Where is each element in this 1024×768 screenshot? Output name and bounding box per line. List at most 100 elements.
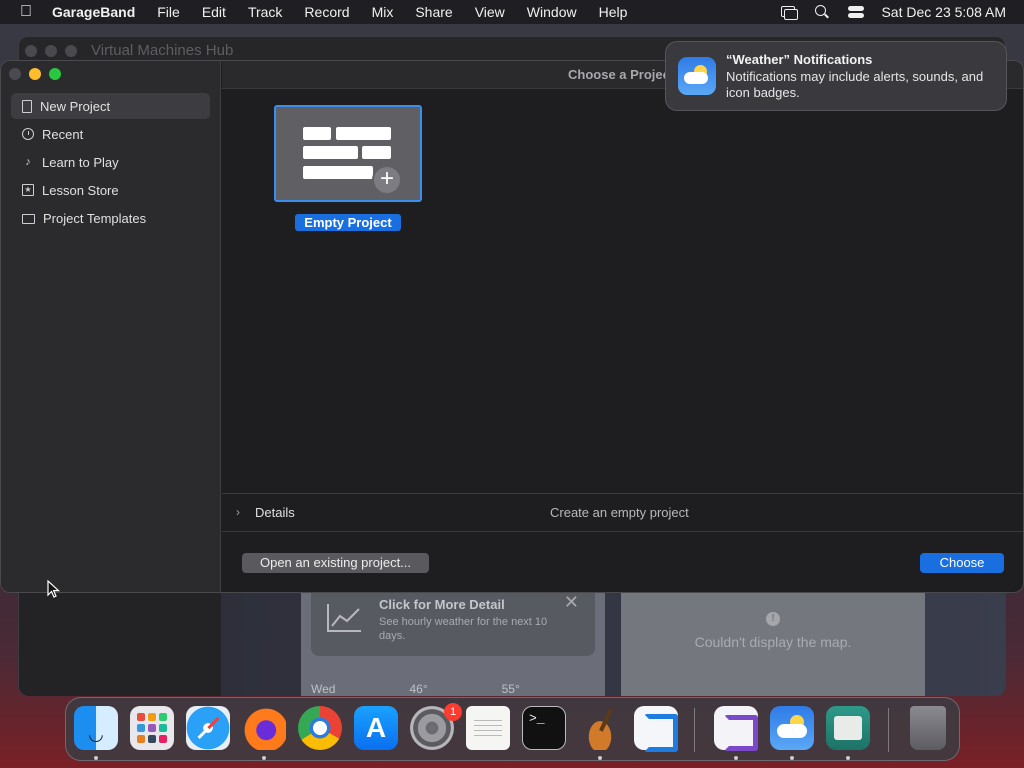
finder-icon[interactable] [74, 706, 118, 750]
forecast-low: 46° [409, 682, 428, 696]
background-content: Click for More Detail See hourly weather… [221, 592, 1005, 696]
empty-project-thumbnail[interactable]: + [274, 105, 422, 202]
app-store-icon[interactable] [354, 706, 398, 750]
notification-badge: 1 [444, 703, 462, 721]
weather-notification[interactable]: “Weather” Notifications Notifications ma… [665, 41, 1007, 111]
weather-card-subtitle: See hourly weather for the next 10 days. [379, 616, 548, 642]
sidebar-item-label: New Project [40, 98, 111, 114]
project-chooser-window: New Project Recent ♪ Learn to Play ★ Les… [0, 60, 1024, 593]
sidebar-item-label: Project Templates [43, 210, 147, 226]
sidebar-list: New Project Recent ♪ Learn to Play ★ Les… [11, 93, 210, 233]
dock: 1 [65, 697, 960, 761]
menu-file[interactable]: File [146, 4, 191, 20]
map-panel: ! Couldn't display the map. [621, 592, 925, 696]
trash-icon[interactable] [910, 706, 946, 750]
close-icon[interactable]: ✕ [564, 592, 579, 613]
sidebar-item-lesson-store[interactable]: ★ Lesson Store [11, 177, 210, 203]
close-window-icon[interactable] [9, 68, 21, 80]
music-note-icon: ♪ [25, 156, 31, 168]
screen-mirroring-icon[interactable] [779, 5, 799, 20]
sidebar-item-label: Lesson Store [42, 182, 119, 198]
firefox-icon[interactable] [242, 706, 286, 750]
visual-studio-icon[interactable] [714, 706, 758, 751]
menu-window[interactable]: Window [516, 4, 588, 20]
menu-track[interactable]: Track [237, 4, 293, 20]
choose-button[interactable]: Choose [920, 553, 1004, 573]
weather-detail-card[interactable]: Click for More Detail See hourly weather… [311, 592, 595, 656]
terminal-icon[interactable] [522, 706, 566, 750]
app-menu[interactable]: GarageBand [52, 4, 146, 20]
sidebar-item-label: Recent [42, 126, 84, 142]
bg-zoom-icon[interactable] [65, 45, 77, 57]
sidebar-item-label: Learn to Play [42, 154, 119, 170]
running-indicator [598, 756, 602, 760]
menu-view[interactable]: View [464, 4, 516, 20]
background-window-controls [25, 45, 77, 57]
chevron-right-icon[interactable]: › [236, 505, 240, 519]
menu-share[interactable]: Share [404, 4, 463, 20]
chart-icon [327, 604, 361, 632]
archive-utility-icon[interactable] [826, 706, 870, 750]
sidebar-item-learn-to-play[interactable]: ♪ Learn to Play [11, 149, 210, 175]
info-icon: ! [766, 612, 780, 626]
menu-record[interactable]: Record [293, 4, 360, 20]
menu-mix[interactable]: Mix [361, 4, 405, 20]
map-error-message: Couldn't display the map. [694, 634, 852, 650]
window-controls [9, 68, 61, 80]
chooser-sidebar: New Project Recent ♪ Learn to Play ★ Les… [1, 61, 221, 592]
running-indicator [846, 756, 850, 760]
dock-separator [694, 708, 695, 752]
document-icon [22, 99, 32, 113]
apple-menu-icon[interactable]:  [0, 3, 52, 21]
menu-help[interactable]: Help [588, 4, 639, 20]
launchpad-icon[interactable] [130, 706, 174, 750]
open-existing-project-button[interactable]: Open an existing project... [242, 553, 429, 573]
sidebar-item-new-project[interactable]: New Project [11, 93, 210, 119]
spotlight-search-icon[interactable] [813, 5, 831, 19]
track-block [336, 127, 391, 140]
sidebar-item-recent[interactable]: Recent [11, 121, 210, 147]
menubar-clock[interactable]: Sat Dec 23 5:08 AM [881, 4, 1006, 20]
notification-body: Notifications may include alerts, sounds… [726, 69, 984, 100]
safari-icon[interactable] [186, 706, 230, 750]
running-indicator [790, 756, 794, 760]
track-block [303, 146, 358, 159]
forecast-day: Wed [311, 682, 336, 696]
forecast-high: 55° [501, 682, 520, 696]
bg-minimize-icon[interactable] [45, 45, 57, 57]
star-icon: ★ [22, 184, 34, 196]
track-block [362, 146, 391, 159]
menu-bar:  GarageBand File Edit Track Record Mix … [0, 0, 1024, 24]
details-toggle[interactable]: Details [255, 505, 295, 520]
textedit-icon[interactable] [466, 706, 510, 750]
running-indicator [734, 756, 738, 760]
chooser-main: Choose a Project + Empty Project › Detai… [222, 61, 1023, 592]
minimize-window-icon[interactable] [29, 68, 41, 80]
window-title: Choose a Project [568, 67, 675, 82]
mouse-cursor-icon [47, 580, 61, 598]
weather-card-title: Click for More Detail [379, 597, 505, 612]
vscode-icon[interactable] [634, 706, 678, 752]
menu-edit[interactable]: Edit [191, 4, 237, 20]
running-indicator [94, 756, 98, 760]
weather-app-icon [678, 57, 716, 95]
template-label[interactable]: Empty Project [295, 214, 401, 231]
zoom-window-icon[interactable] [49, 68, 61, 80]
track-block [303, 166, 373, 179]
template-empty-project[interactable]: + Empty Project [274, 105, 422, 231]
dock-separator [888, 708, 889, 752]
template-description: Create an empty project [550, 505, 689, 520]
track-block [303, 127, 331, 140]
weather-forecast-panel: Click for More Detail See hourly weather… [301, 592, 605, 696]
plus-icon: + [372, 165, 402, 195]
garageband-icon[interactable] [578, 706, 622, 750]
bg-close-icon[interactable] [25, 45, 37, 57]
background-sidebar [19, 592, 221, 696]
weather-icon[interactable] [770, 706, 814, 750]
notification-title: “Weather” Notifications [726, 52, 873, 67]
chrome-icon[interactable] [298, 706, 342, 750]
clock-icon [22, 128, 34, 140]
control-center-icon[interactable] [847, 5, 865, 19]
running-indicator [262, 756, 266, 760]
sidebar-item-project-templates[interactable]: Project Templates [11, 205, 210, 231]
